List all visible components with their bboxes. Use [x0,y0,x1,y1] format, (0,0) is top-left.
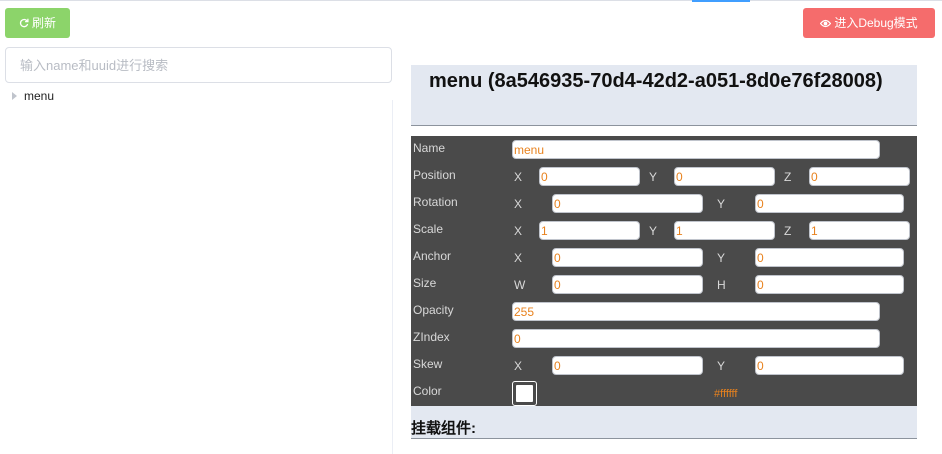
prop-row-rotation: Rotation X Y [411,190,917,217]
rotation-y-label: Y [717,197,726,211]
size-h-label: H [717,278,726,292]
position-x-label: X [514,170,523,184]
eye-icon [820,19,832,27]
properties-panel: Name Position X Y Z Rotation X Y Scale X… [411,136,917,406]
color-swatch[interactable] [512,381,537,406]
prop-label-rotation: Rotation [413,195,458,209]
prop-label-position: Position [413,168,456,182]
debug-mode-button[interactable]: 进入Debug模式 [803,8,935,38]
tree-item-menu[interactable]: menu [12,88,54,104]
position-z-input[interactable] [809,167,910,186]
skew-y-label: Y [717,359,726,373]
scale-z-label: Z [784,224,792,238]
prop-row-size: Size W H [411,271,917,298]
components-header: 挂载组件: [411,406,917,438]
prop-row-scale: Scale X Y Z [411,217,917,244]
position-y-input[interactable] [674,167,775,186]
prop-row-skew: Skew X Y [411,352,917,379]
prop-label-zindex: ZIndex [413,330,450,344]
scale-y-label: Y [649,224,658,238]
components-divider [411,438,917,439]
refresh-button-label: 刷新 [31,16,56,30]
position-x-input[interactable] [539,167,640,186]
position-z-label: Z [784,170,792,184]
prop-label-anchor: Anchor [413,249,452,263]
top-tab-indicator [692,0,750,2]
size-w-input[interactable] [552,275,703,294]
anchor-y-input[interactable] [755,248,904,267]
title-divider [411,125,917,126]
prop-label-size: Size [413,276,437,290]
anchor-x-label: X [514,251,523,265]
skew-x-input[interactable] [552,356,703,375]
prop-row-name: Name [411,136,917,163]
prop-label-scale: Scale [413,222,444,236]
color-hex-value: #ffffff [714,388,738,400]
rotation-y-input[interactable] [755,194,904,213]
prop-row-anchor: Anchor X Y [411,244,917,271]
scale-z-input[interactable] [809,221,910,240]
anchor-x-input[interactable] [552,248,703,267]
color-swatch-fill [516,385,533,402]
anchor-y-label: Y [717,251,726,265]
prop-row-zindex: ZIndex [411,325,917,352]
scale-x-input[interactable] [539,221,640,240]
panel-divider [392,100,393,454]
components-title: 挂载组件: [411,420,476,437]
refresh-icon [19,18,29,28]
search-input[interactable] [5,47,392,83]
prop-row-opacity: Opacity [411,298,917,325]
prop-row-color: Color #ffffff [411,379,917,406]
rotation-x-input[interactable] [552,194,703,213]
caret-right-icon[interactable] [12,92,17,100]
tree-item-label: menu [24,89,55,103]
position-y-label: Y [649,170,658,184]
name-input[interactable] [512,140,880,159]
prop-label-color: Color [413,384,442,398]
skew-x-label: X [514,359,523,373]
scale-x-label: X [514,224,523,238]
opacity-input[interactable] [512,302,880,321]
node-detail-panel: menu (8a546935-70d4-42d2-a051-8d0e76f280… [411,65,917,454]
zindex-input[interactable] [512,329,880,348]
prop-label-name: Name [413,141,446,155]
prop-label-opacity: Opacity [413,303,454,317]
prop-row-position: Position X Y Z [411,163,917,190]
debug-mode-button-label: 进入Debug模式 [834,16,918,30]
top-border [0,0,942,1]
scale-y-input[interactable] [674,221,775,240]
size-h-input[interactable] [755,275,904,294]
rotation-x-label: X [514,197,523,211]
refresh-button[interactable]: 刷新 [5,8,70,38]
prop-label-skew: Skew [413,357,443,371]
size-w-label: W [514,278,526,292]
skew-y-input[interactable] [755,356,904,375]
node-title: menu (8a546935-70d4-42d2-a051-8d0e76f280… [411,65,917,125]
